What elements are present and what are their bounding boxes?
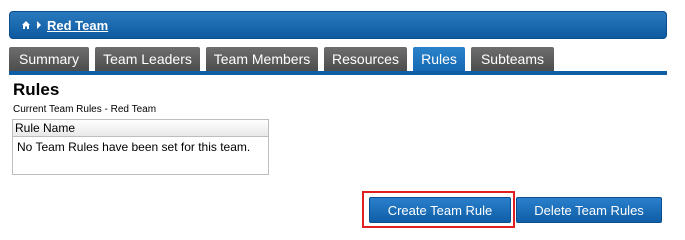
breadcrumb-bar: Red Team	[9, 11, 667, 39]
create-team-rule-button[interactable]: Create Team Rule	[369, 197, 511, 223]
breadcrumb-team-link[interactable]: Red Team	[47, 18, 108, 33]
rules-table: Rule Name No Team Rules have been set fo…	[12, 119, 269, 175]
page-subtitle: Current Team Rules - Red Team	[13, 104, 157, 115]
tab-bar: Summary Team Leaders Team Members Resour…	[9, 47, 560, 73]
tab-team-leaders[interactable]: Team Leaders	[95, 47, 200, 71]
home-icon[interactable]	[19, 18, 33, 32]
triangle-right-icon	[37, 21, 41, 29]
tab-rules[interactable]: Rules	[413, 47, 465, 71]
column-header-rule-name[interactable]: Rule Name	[13, 120, 268, 137]
delete-team-rules-button[interactable]: Delete Team Rules	[516, 197, 662, 223]
tab-summary[interactable]: Summary	[9, 47, 89, 71]
empty-table-message: No Team Rules have been set for this tea…	[17, 140, 251, 154]
tab-underline	[9, 71, 667, 75]
tab-resources[interactable]: Resources	[324, 47, 407, 71]
tab-team-members[interactable]: Team Members	[206, 47, 318, 71]
tab-subteams[interactable]: Subteams	[471, 47, 554, 71]
page-title: Rules	[13, 80, 60, 99]
